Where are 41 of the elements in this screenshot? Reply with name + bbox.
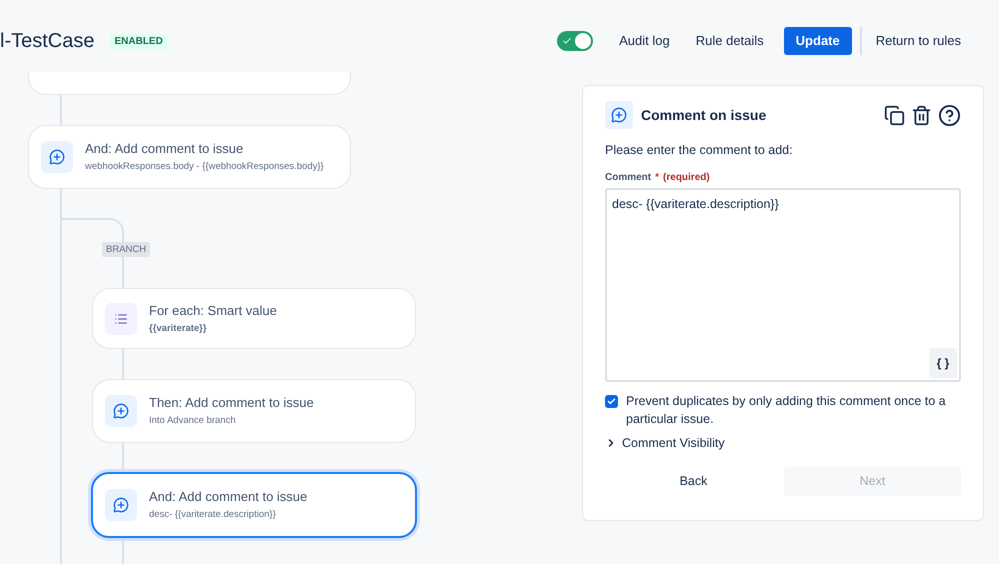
list-icon (105, 302, 137, 334)
comment-plus-icon (105, 395, 137, 427)
back-button[interactable]: Back (605, 466, 782, 496)
rule-component-card[interactable]: And: Add comment to issue desc- {{variterate.description}} (91, 472, 417, 538)
rule-component-card[interactable]: Then: Add comment to issue Into Advance branch (92, 379, 416, 443)
component-title: Then: Add comment to issue (149, 395, 314, 411)
component-title: For each: Smart value (149, 302, 277, 318)
rule-component-card[interactable]: For each: Smart value {{variterate}} (92, 288, 416, 349)
rule-title: l-TestCase (0, 29, 94, 54)
required-note: (required) (663, 170, 710, 185)
component-title: And: Add comment to issue (85, 141, 244, 157)
check-icon (607, 396, 616, 406)
comment-plus-icon (105, 489, 137, 521)
check-icon (562, 36, 572, 46)
panel-title: Comment on issue (641, 106, 766, 124)
comment-plus-icon (41, 141, 73, 173)
update-button[interactable]: Update (784, 27, 852, 55)
checkbox[interactable] (605, 394, 618, 408)
comment-plus-icon (605, 101, 633, 129)
header-link-button[interactable]: Audit log (607, 27, 682, 55)
header-link-button[interactable]: Rule details (684, 27, 776, 55)
help-icon[interactable] (938, 104, 961, 126)
rule-component-card[interactable]: And: Add comment to issue webhookResponses.body - {{webhookResponses.body}} (28, 125, 351, 189)
component-detail: webhookResponses.body - {{webhookResponses.body}} (85, 161, 324, 173)
component-title: And: Add comment to issue (149, 489, 308, 505)
rule-toggle[interactable] (557, 31, 594, 51)
header-link-button[interactable]: Return to rules (864, 27, 973, 55)
status-lozenge: ENABLED (110, 34, 167, 48)
copy-icon[interactable] (884, 104, 905, 126)
comment-field[interactable]: desc- {{variterate.description}} { } (605, 188, 961, 382)
comment-visibility-toggle[interactable]: Comment Visibility (605, 434, 725, 452)
checkbox-label: Prevent duplicates by only adding this comment once to a particular issue. (626, 392, 947, 428)
field-label: Comment (605, 170, 652, 185)
branch-label: BRANCH (102, 242, 150, 257)
required-mark: * (655, 170, 660, 185)
smart-value-button[interactable]: { } (929, 348, 957, 378)
component-detail: {{variterate}} (149, 322, 208, 334)
component-detail: desc- {{variterate.description}} (149, 509, 277, 521)
component-detail: Into Advance branch (149, 415, 237, 427)
panel-intro: Please enter the comment to add: (605, 142, 794, 159)
trash-icon[interactable] (911, 104, 932, 126)
